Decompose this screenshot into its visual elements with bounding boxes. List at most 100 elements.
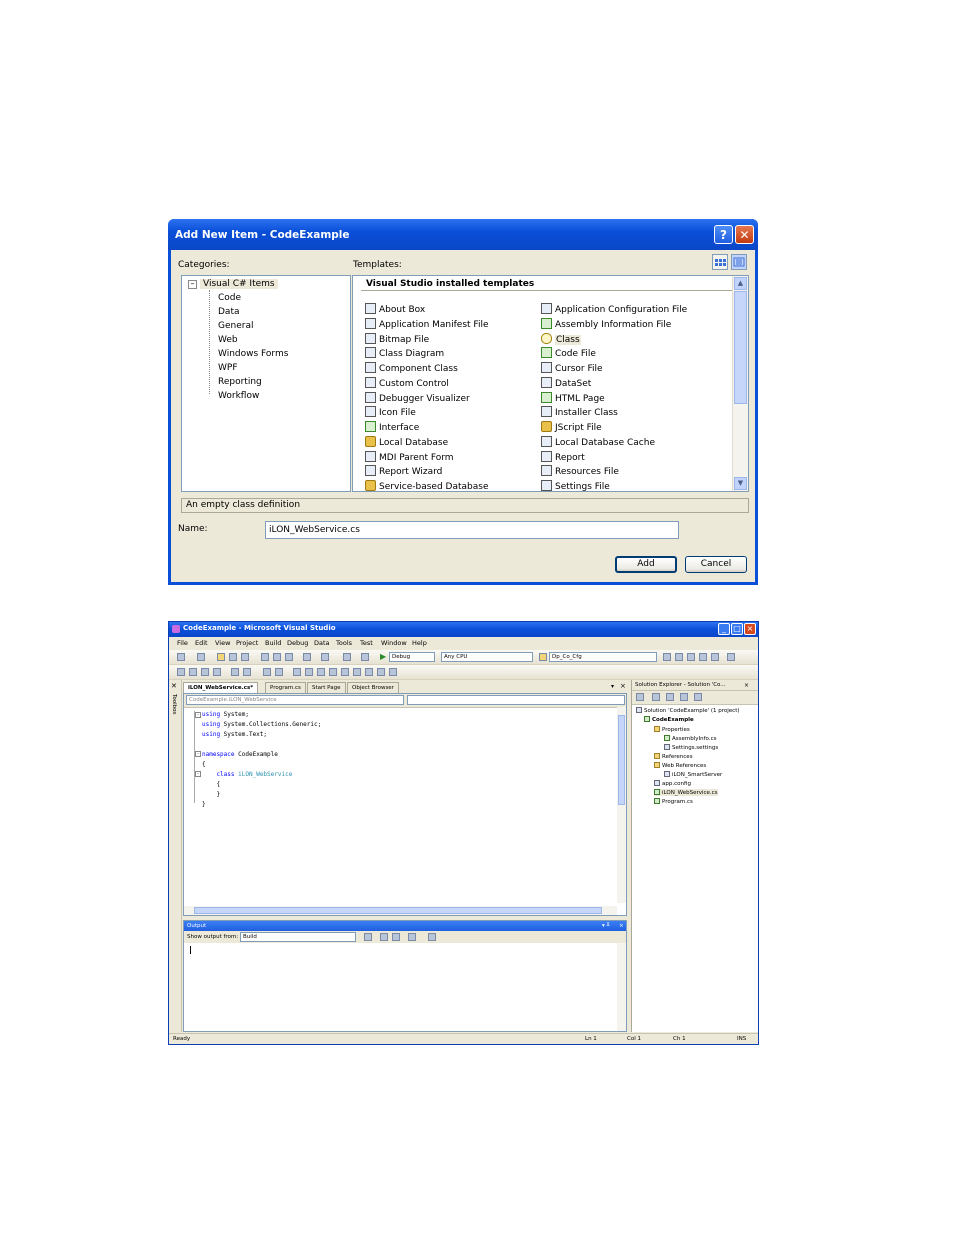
template-interface[interactable]: Interface bbox=[365, 421, 419, 433]
template-assembly-information-file[interactable]: Assembly Information File bbox=[541, 318, 671, 330]
template-report[interactable]: Report bbox=[541, 451, 585, 463]
start-debugging-icon[interactable]: ▶ bbox=[380, 652, 386, 661]
tab-object-browser[interactable]: Object Browser bbox=[347, 682, 399, 693]
template-report-wizard[interactable]: Report Wizard bbox=[365, 465, 442, 477]
template-html-page[interactable]: HTML Page bbox=[541, 392, 605, 404]
prev-message-icon[interactable] bbox=[380, 933, 388, 941]
template-settings-file[interactable]: Settings File bbox=[541, 480, 610, 491]
template-about-box[interactable]: About Box bbox=[365, 303, 425, 315]
category-web[interactable]: Web bbox=[218, 335, 238, 345]
category-data[interactable]: Data bbox=[218, 307, 240, 317]
template-component-class[interactable]: Component Class bbox=[365, 362, 458, 374]
tab-start-page[interactable]: Start Page bbox=[307, 682, 346, 693]
platform-combo[interactable]: Any CPU bbox=[441, 652, 533, 662]
show-all-files-icon[interactable] bbox=[652, 693, 660, 701]
collapse-toggle-icon[interactable]: – bbox=[188, 280, 197, 289]
menu-test[interactable]: Test bbox=[360, 639, 373, 647]
collapse-using-icon[interactable]: - bbox=[195, 712, 201, 718]
project-node[interactable]: CodeExample bbox=[644, 716, 694, 723]
maximize-button[interactable]: □ bbox=[731, 623, 743, 635]
comment-icon[interactable] bbox=[263, 668, 271, 676]
error-list-icon[interactable] bbox=[711, 653, 719, 661]
clear-bookmarks-icon[interactable] bbox=[377, 668, 385, 676]
template-mdi-parent-form[interactable]: MDI Parent Form bbox=[365, 451, 454, 463]
cancel-button[interactable]: Cancel bbox=[685, 556, 747, 573]
paste-icon[interactable] bbox=[285, 653, 293, 661]
template-dataset[interactable]: DataSet bbox=[541, 377, 591, 389]
member-list-icon[interactable] bbox=[177, 668, 185, 676]
view-code-icon[interactable] bbox=[680, 693, 688, 701]
bookmark-prev-icon[interactable] bbox=[305, 668, 313, 676]
scroll-thumb[interactable] bbox=[734, 291, 747, 404]
save-icon[interactable] bbox=[229, 653, 237, 661]
menu-project[interactable]: Project bbox=[236, 639, 258, 647]
tab-close-icon[interactable]: × bbox=[620, 682, 626, 690]
tab-ilon-webservice[interactable]: iLON_WebService.cs* bbox=[183, 682, 259, 693]
menu-help[interactable]: Help bbox=[412, 639, 427, 647]
redo-icon[interactable] bbox=[321, 653, 329, 661]
output-vscrollbar[interactable] bbox=[617, 943, 626, 1031]
ilon-webservice-node[interactable]: iLON_WebService.cs bbox=[654, 789, 718, 796]
editor-vscrollbar[interactable] bbox=[617, 707, 626, 903]
menu-view[interactable]: View bbox=[215, 639, 230, 647]
save-all-icon[interactable] bbox=[241, 653, 249, 661]
refresh-icon[interactable] bbox=[666, 693, 674, 701]
navigate-back-icon[interactable] bbox=[343, 653, 351, 661]
template-resources-file[interactable]: Resources File bbox=[541, 465, 619, 477]
template-icon-file[interactable]: Icon File bbox=[365, 406, 416, 418]
web-references-node[interactable]: Web References bbox=[654, 762, 706, 769]
member-combo[interactable] bbox=[407, 695, 625, 705]
template-debugger-visualizer[interactable]: Debugger Visualizer bbox=[365, 392, 470, 404]
template-application-configuration-file[interactable]: Application Configuration File bbox=[541, 303, 687, 315]
complete-word-icon[interactable] bbox=[213, 668, 221, 676]
collapse-namespace-icon[interactable]: - bbox=[195, 751, 201, 757]
template-cursor-file[interactable]: Cursor File bbox=[541, 362, 603, 374]
find-message-icon[interactable] bbox=[364, 933, 372, 941]
app-config-node[interactable]: app.config bbox=[654, 780, 691, 787]
template-code-file[interactable]: Code File bbox=[541, 347, 596, 359]
copy-icon[interactable] bbox=[273, 653, 281, 661]
category-windows-forms[interactable]: Windows Forms bbox=[218, 349, 288, 359]
menu-build[interactable]: Build bbox=[265, 639, 281, 647]
output-pin-icon[interactable]: ▾ ╨ bbox=[602, 921, 610, 931]
assemblyinfo-node[interactable]: AssemblyInfo.cs bbox=[664, 735, 716, 742]
settings-node[interactable]: Settings.settings bbox=[664, 744, 718, 751]
cut-icon[interactable] bbox=[261, 653, 269, 661]
category-code[interactable]: Code bbox=[218, 293, 241, 303]
open-icon[interactable] bbox=[217, 653, 225, 661]
template-local-database-cache[interactable]: Local Database Cache bbox=[541, 436, 655, 448]
scroll-up-icon[interactable]: ▲ bbox=[734, 277, 747, 290]
bookmark-prev-doc-icon[interactable] bbox=[353, 668, 361, 676]
template-bitmap-file[interactable]: Bitmap File bbox=[365, 333, 429, 345]
navigate-forward-icon[interactable] bbox=[361, 653, 369, 661]
menu-tools[interactable]: Tools bbox=[336, 639, 352, 647]
large-icons-view-button[interactable] bbox=[712, 254, 728, 270]
next-message-icon[interactable] bbox=[392, 933, 400, 941]
template-custom-control[interactable]: Custom Control bbox=[365, 377, 449, 389]
indent-icon[interactable] bbox=[243, 668, 251, 676]
editor-hscrollbar[interactable] bbox=[184, 906, 617, 915]
bookmark-toggle-icon[interactable] bbox=[293, 668, 301, 676]
output-source-combo[interactable]: Build bbox=[240, 932, 356, 942]
editor-hscroll-thumb[interactable] bbox=[194, 907, 602, 914]
editor-scroll-thumb[interactable] bbox=[618, 715, 625, 805]
output-close-icon[interactable]: × bbox=[619, 921, 624, 931]
category-general[interactable]: General bbox=[218, 321, 253, 331]
parameter-info-icon[interactable] bbox=[189, 668, 197, 676]
uncomment-icon[interactable] bbox=[275, 668, 283, 676]
menu-edit[interactable]: Edit bbox=[195, 639, 208, 647]
output-pane[interactable]: Output ▾ ╨ × Show output from: Build bbox=[183, 920, 627, 1032]
minimize-button[interactable]: _ bbox=[718, 623, 730, 635]
tab-dropdown-icon[interactable]: ▾ bbox=[611, 683, 614, 690]
solution-node[interactable]: Solution 'CodeExample' (1 project) bbox=[636, 707, 740, 714]
properties-window-icon[interactable] bbox=[675, 653, 683, 661]
output-title-bar[interactable]: Output ▾ ╨ × bbox=[184, 921, 626, 931]
solution-explorer-icon[interactable] bbox=[663, 653, 671, 661]
menu-debug[interactable]: Debug bbox=[287, 639, 308, 647]
menu-window[interactable]: Window bbox=[381, 639, 407, 647]
scroll-down-icon[interactable]: ▼ bbox=[734, 477, 747, 490]
category-workflow[interactable]: Workflow bbox=[218, 391, 259, 401]
code-editor[interactable]: CodeExample.iLON_WebService - - - using … bbox=[183, 693, 627, 916]
template-class-diagram[interactable]: Class Diagram bbox=[365, 347, 444, 359]
quick-info-icon[interactable] bbox=[201, 668, 209, 676]
